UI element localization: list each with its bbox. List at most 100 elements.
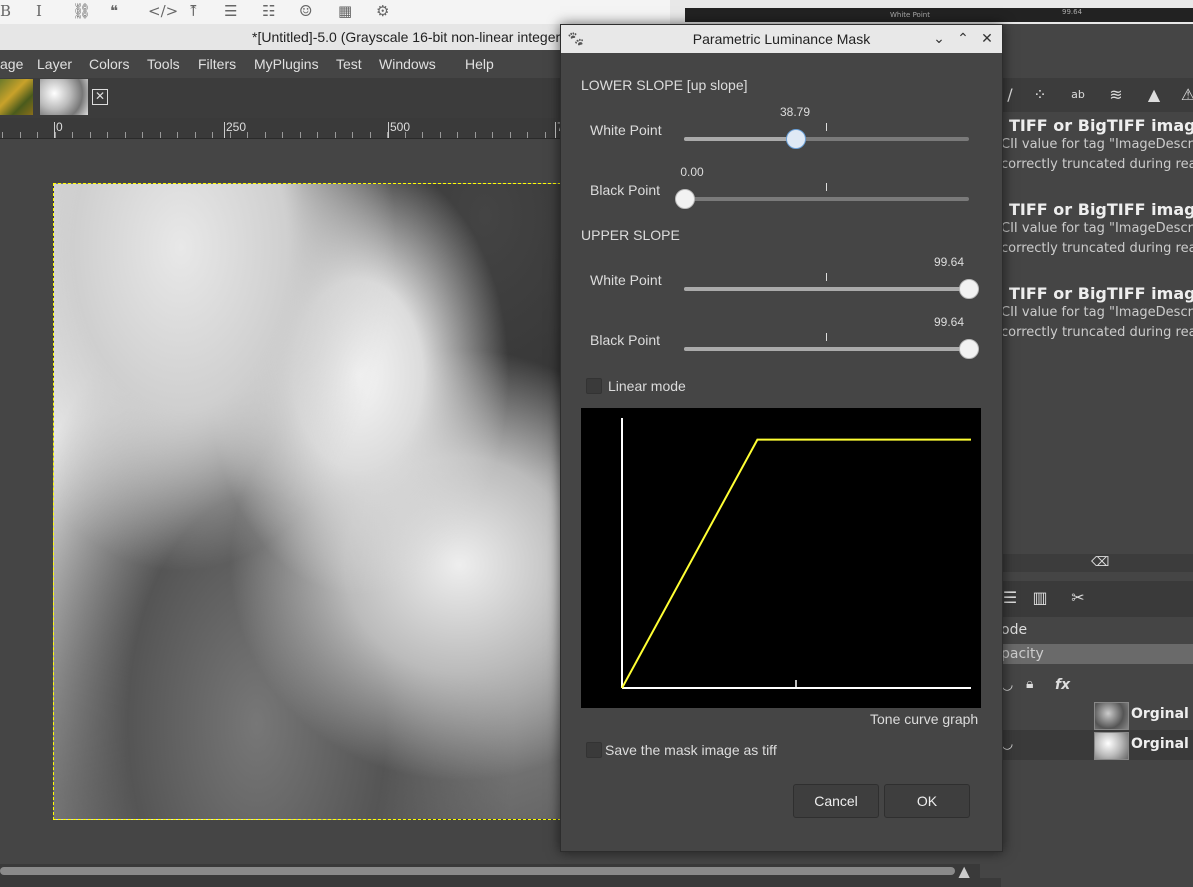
scrollbar-thumb[interactable]: [0, 867, 955, 875]
slider-value: 99.64: [933, 315, 965, 329]
close-icon[interactable]: ✕: [92, 89, 108, 105]
menu-item[interactable]: Tools: [147, 56, 180, 72]
opacity-label: pacity: [1001, 646, 1044, 662]
link-icon[interactable]: ⛓: [72, 2, 91, 20]
layer-name: Orginal (F: [1131, 706, 1193, 722]
background-thumbnail: White Point 99.64: [685, 8, 1193, 22]
canvas-area[interactable]: [0, 139, 561, 864]
layer-row[interactable]: Orginal (F: [1001, 700, 1193, 730]
upper-white-point-slider[interactable]: 99.64: [684, 255, 979, 299]
numbered-list-icon[interactable]: ☷: [262, 2, 275, 20]
menu-item[interactable]: Test: [336, 56, 362, 72]
opacity-slider[interactable]: pacity: [1001, 644, 1193, 664]
image-tab-thumbnail-2[interactable]: [40, 79, 88, 115]
histogram-tab-icon[interactable]: ▲: [1139, 81, 1169, 109]
slider-label: Black Point: [590, 332, 661, 348]
menu-item[interactable]: Help: [465, 56, 494, 72]
ruler-tick: [457, 132, 458, 138]
slider-knob[interactable]: [959, 339, 979, 359]
slider-label: Black Point: [590, 182, 661, 198]
horizontal-scrollbar[interactable]: [0, 864, 980, 878]
right-dock: / ⁘ ab ≋ ▲ ⚠ TIFF or BigTIFF image W CII…: [1001, 78, 1193, 887]
slider-fill: [684, 347, 968, 351]
ruler-label: 0: [56, 120, 63, 134]
lock-icon[interactable]: 🔒︎: [1026, 676, 1033, 692]
error-message: TIFF or BigTIFF image W CII value for ta…: [1001, 200, 1193, 259]
error-heading: TIFF or BigTIFF image W: [1009, 116, 1193, 135]
error-line: correctly truncated during readi: [1001, 325, 1193, 340]
minimize-icon[interactable]: ⌄: [929, 28, 949, 48]
ruler-tick: [160, 132, 161, 138]
clear-icon[interactable]: ⌫: [1091, 555, 1109, 570]
error-line: correctly truncated during readi: [1001, 241, 1193, 256]
maximize-icon[interactable]: ⌃: [953, 28, 973, 48]
image-canvas[interactable]: [53, 183, 561, 820]
mode-selector[interactable]: ode: [1001, 618, 1193, 642]
gear-icon[interactable]: ⚙: [376, 2, 389, 20]
slider-knob[interactable]: [959, 279, 979, 299]
ok-button[interactable]: OK: [884, 784, 970, 818]
ruler-label: 500: [390, 120, 411, 134]
slider-mid-tick: [826, 333, 827, 341]
paths-icon[interactable]: ✂: [1063, 584, 1093, 612]
image-tab-thumbnail-1[interactable]: [0, 79, 33, 115]
layer-thumbnail: [1094, 732, 1129, 760]
ruler-tick: [527, 132, 528, 138]
channels-icon[interactable]: ▥: [1025, 584, 1055, 612]
ruler-tick: [475, 132, 476, 138]
menu-item[interactable]: age: [0, 56, 23, 72]
grid-tab-icon[interactable]: ⁘: [1025, 81, 1055, 109]
linear-mode-checkbox[interactable]: [586, 378, 602, 394]
dock-tabs: / ⁘ ab ≋ ▲ ⚠: [1001, 78, 1193, 112]
slider-knob[interactable]: [786, 129, 806, 149]
slider-fill: [684, 137, 795, 141]
layer-name: Orginal (F: [1131, 736, 1193, 752]
window-title: *[Untitled]-5.0 (Grayscale 16-bit non-li…: [252, 29, 564, 45]
save-mask-checkbox[interactable]: [586, 742, 602, 758]
emoji-icon[interactable]: ☺: [299, 2, 312, 20]
bullet-list-icon[interactable]: ☰: [224, 2, 237, 20]
menu-item[interactable]: Filters: [198, 56, 236, 72]
ruler-tick: [300, 132, 301, 138]
warning-tab-icon[interactable]: ⚠: [1173, 81, 1193, 109]
bg-label-white: White Point: [890, 11, 930, 19]
ruler-tick: [72, 132, 73, 138]
upper-black-point-slider[interactable]: 99.64: [684, 315, 979, 359]
layer-row[interactable]: ◡ Orginal (F: [1001, 730, 1193, 760]
layers-tab-icon[interactable]: ≋: [1101, 81, 1131, 109]
lower-black-point-slider[interactable]: 0.00: [675, 165, 969, 209]
menu-item[interactable]: Layer: [37, 56, 72, 72]
menu-item[interactable]: MyPlugins: [254, 56, 319, 72]
ruler-tick: [177, 132, 178, 138]
parametric-luminance-mask-dialog: 🐾︎ Parametric Luminance Mask ⌄ ⌃ ✕ LOWER…: [560, 24, 1003, 852]
code-icon[interactable]: </>: [148, 2, 178, 20]
error-line: CII value for tag "ImageDescrip: [1001, 221, 1193, 236]
fx-icon[interactable]: fx: [1055, 677, 1070, 693]
calendar-icon[interactable]: ▦: [338, 2, 352, 20]
cancel-button[interactable]: Cancel: [793, 784, 879, 818]
ruler-major-tick: [224, 122, 225, 138]
ruler-tick: [55, 132, 56, 138]
error-line: CII value for tag "ImageDescrip: [1001, 137, 1193, 152]
dialog-titlebar: 🐾︎ Parametric Luminance Mask ⌄ ⌃ ✕: [561, 25, 1002, 53]
ruler-tick: [90, 132, 91, 138]
italic-icon[interactable]: I: [36, 2, 42, 20]
lower-white-point-slider[interactable]: 38.79: [684, 105, 969, 149]
slider-knob[interactable]: [675, 189, 695, 209]
dock-separator: ⌫: [1001, 554, 1193, 572]
quote-icon[interactable]: ❝: [110, 2, 118, 20]
upload-icon[interactable]: ⤒: [187, 2, 200, 20]
text-tab-icon[interactable]: ab: [1063, 81, 1093, 109]
slider-track[interactable]: [684, 197, 969, 201]
slider-label: White Point: [590, 272, 662, 288]
ruler-tick: [142, 132, 143, 138]
ruler-tick: [247, 132, 248, 138]
slider-value: 0.00: [680, 165, 704, 179]
close-icon[interactable]: ✕: [977, 28, 997, 48]
menu-item[interactable]: Windows: [379, 56, 436, 72]
bold-icon[interactable]: B: [0, 2, 11, 20]
ruler-tick: [545, 132, 546, 138]
error-line: correctly truncated during readi: [1001, 157, 1193, 172]
ruler-tick: [282, 132, 283, 138]
menu-item[interactable]: Colors: [89, 56, 129, 72]
